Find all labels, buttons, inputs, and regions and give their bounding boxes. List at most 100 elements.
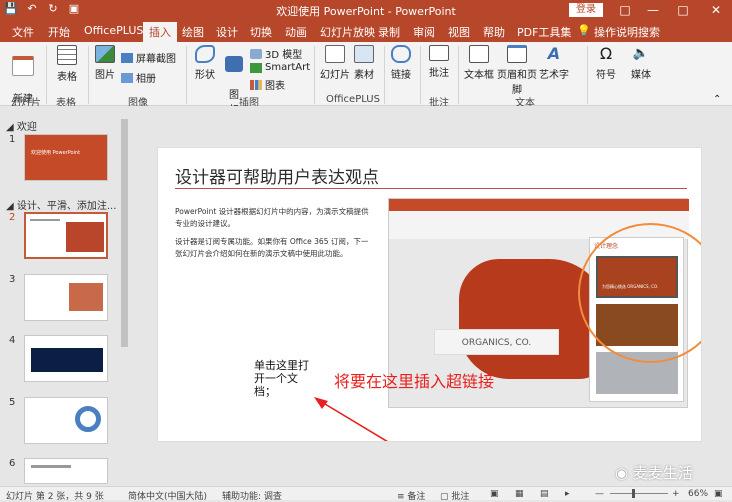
- smartart-icon: [250, 62, 262, 73]
- comments-button[interactable]: ▢ 批注: [440, 489, 469, 502]
- group-separator: [587, 46, 588, 104]
- language-status[interactable]: 简体中文(中国大陆): [128, 489, 207, 502]
- album-button[interactable]: 相册: [121, 70, 156, 85]
- notes-label: 备注: [407, 492, 426, 502]
- symbol-button[interactable]: Ω 符号: [594, 45, 618, 82]
- slide-thumb-4[interactable]: [24, 335, 108, 382]
- material-button[interactable]: 素材: [352, 45, 376, 81]
- screenshot-label: ORGANICS, CO.: [461, 338, 532, 348]
- slide-thumb-1[interactable]: 欢迎使用 PowerPoint: [24, 134, 108, 181]
- slide-icon: [325, 45, 345, 63]
- 3d-model-button[interactable]: 3D 模型: [250, 46, 302, 61]
- hyperlink-placeholder-text[interactable]: 单击这里打开一个文档；: [254, 359, 316, 398]
- comment-button[interactable]: 批注: [426, 45, 452, 79]
- ribbon-display-icon[interactable]: □: [615, 1, 635, 19]
- header-footer-button[interactable]: 页眉和页脚: [495, 45, 539, 96]
- zoom-level[interactable]: 66%: [688, 489, 708, 499]
- tab-transitions[interactable]: 切换: [250, 24, 272, 40]
- screenshot-label-box: ORGANICS, CO.: [434, 329, 559, 355]
- arrow-line: [319, 400, 389, 441]
- smartart-button[interactable]: SmartArt: [250, 62, 310, 73]
- tab-file[interactable]: 文件: [12, 24, 34, 40]
- album-icon: [121, 72, 133, 83]
- close-icon[interactable]: ✕: [706, 1, 726, 19]
- login-button[interactable]: 登录: [569, 3, 603, 17]
- tab-help[interactable]: 帮助: [483, 24, 505, 40]
- textbox-button[interactable]: 文本框: [463, 45, 495, 81]
- tab-slideshow[interactable]: 幻灯片放映: [320, 24, 375, 40]
- chart-label: 图表: [265, 81, 285, 92]
- slide-thumb-2[interactable]: [24, 212, 108, 259]
- slideshow-view-icon[interactable]: ▸: [565, 489, 570, 499]
- ribbon: 新建 幻灯片 表格 图片 屏幕截图 相册 形状 图 标 3D 模型 SmartA…: [0, 42, 732, 120]
- tab-record[interactable]: 录制: [378, 24, 400, 40]
- group-separator: [458, 46, 459, 104]
- notes-button[interactable]: ≡ 备注: [397, 489, 425, 502]
- link-icon: [391, 45, 411, 63]
- title-underline: [175, 188, 687, 189]
- slide-thumbnails-pane: ◢ 欢迎 1 欢迎使用 PowerPoint ◢ 设计、平滑、添加注... 2 …: [0, 106, 132, 486]
- group-separator: [314, 46, 315, 104]
- tab-officeplus[interactable]: OfficePLUS: [84, 24, 143, 37]
- zoom-in-icon[interactable]: +: [672, 489, 680, 499]
- section-welcome[interactable]: ◢ 欢迎: [6, 118, 37, 133]
- slide-paragraph-1[interactable]: PowerPoint 设计器根据幻灯片中的内容，为演示文稿提供专业的设计建议。: [175, 206, 375, 230]
- sorter-view-icon[interactable]: ▦: [515, 489, 524, 499]
- slide-thumb-6[interactable]: [24, 458, 108, 484]
- thumb-image: [31, 348, 103, 372]
- zoom-slider-thumb[interactable]: [632, 489, 635, 498]
- tab-view[interactable]: 视图: [448, 24, 470, 40]
- image-button[interactable]: 图片: [92, 45, 118, 81]
- chart-button[interactable]: 图表: [250, 77, 285, 92]
- tab-animations[interactable]: 动画: [285, 24, 307, 40]
- tab-draw[interactable]: 绘图: [182, 24, 204, 40]
- thumb-image: [75, 406, 101, 432]
- officeplus-slide-button[interactable]: 幻灯片: [320, 45, 350, 81]
- wordart-button[interactable]: A 艺术字: [539, 45, 569, 82]
- slide-thumb-3[interactable]: [24, 274, 108, 321]
- zoom-out-icon[interactable]: —: [595, 489, 604, 499]
- tab-design[interactable]: 设计: [216, 24, 238, 40]
- cube-icon: [250, 48, 262, 59]
- slide-count: 幻灯片 第 2 张，共 9 张: [6, 492, 104, 502]
- tell-me-search[interactable]: 操作说明搜索: [594, 24, 660, 40]
- slide-number: 5: [9, 397, 16, 408]
- accessibility-status[interactable]: 辅助功能: 调查: [222, 489, 282, 502]
- shape-button[interactable]: 形状: [192, 45, 218, 81]
- header-footer-icon: [507, 45, 527, 63]
- material-icon: [354, 45, 374, 63]
- image-label: 图片: [95, 70, 115, 81]
- minimize-icon[interactable]: —: [643, 1, 663, 19]
- image-icon: [95, 45, 115, 63]
- slide-title[interactable]: 设计器可帮助用户表达观点: [175, 163, 379, 188]
- zoom-slider[interactable]: [610, 493, 668, 494]
- collapse-ribbon-icon[interactable]: ⌃: [713, 94, 721, 105]
- media-button[interactable]: 🔈 媒体: [628, 45, 654, 81]
- chart-icon: [250, 79, 262, 90]
- section-design[interactable]: ◢ 设计、平滑、添加注...: [6, 197, 116, 212]
- editor-scrollbar[interactable]: [720, 107, 730, 485]
- scrollbar-thumb[interactable]: [121, 119, 128, 347]
- thumbnails-scrollbar[interactable]: [120, 107, 129, 485]
- smartart-label: SmartArt: [265, 62, 311, 73]
- link-label: 链接: [391, 70, 411, 81]
- tab-insert[interactable]: 插入: [143, 22, 177, 42]
- slide-number: 2: [9, 212, 16, 223]
- textbox-icon: [469, 45, 489, 63]
- header-footer-label: 页眉和页脚: [497, 70, 537, 96]
- link-button[interactable]: 链接: [388, 45, 414, 81]
- shape-label: 形状: [195, 70, 215, 81]
- tab-review[interactable]: 审阅: [413, 24, 435, 40]
- slide-canvas[interactable]: 设计器可帮助用户表达观点 PowerPoint 设计器根据幻灯片中的内容，为演示…: [157, 147, 702, 442]
- tab-pdf-tools[interactable]: PDF工具集: [517, 24, 571, 40]
- fit-slide-icon[interactable]: ▣: [714, 489, 723, 499]
- tab-home[interactable]: 开始: [48, 24, 70, 40]
- slide-number: 1: [9, 134, 16, 145]
- table-button[interactable]: 表格: [52, 45, 82, 83]
- slide-paragraph-2[interactable]: 设计器是订阅专属功能。如果你有 Office 365 订阅，下一张幻灯片会介绍如…: [175, 236, 375, 260]
- screenshot-button[interactable]: 屏幕截图: [121, 50, 176, 65]
- maximize-icon[interactable]: □: [673, 1, 693, 19]
- normal-view-icon[interactable]: ▣: [490, 489, 499, 499]
- slide-thumb-5[interactable]: [24, 397, 108, 444]
- reading-view-icon[interactable]: ▤: [540, 489, 549, 499]
